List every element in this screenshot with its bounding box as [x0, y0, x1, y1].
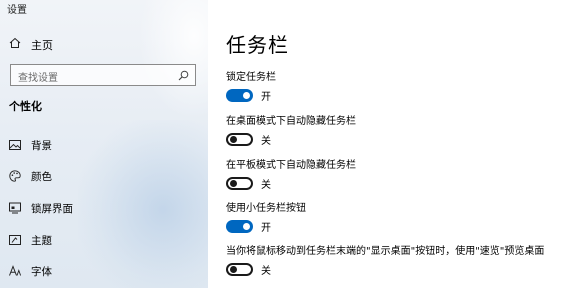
setting-autohide-tablet: 在平板模式下自动隐藏任务栏 关 — [226, 156, 566, 197]
toggle-state: 关 — [261, 266, 271, 277]
toggle-knob — [230, 180, 237, 187]
setting-label: 在桌面模式下自动隐藏任务栏 — [226, 116, 356, 127]
sidebar-item-label: 字体 — [31, 266, 52, 278]
page-title: 任务栏 — [226, 33, 289, 57]
theme-icon — [9, 235, 21, 245]
nav-home-label: 主页 — [31, 39, 53, 52]
sidebar-item-label: 主题 — [31, 235, 52, 247]
toggle-switch[interactable] — [226, 177, 253, 190]
toggle-knob — [230, 266, 237, 273]
sidebar-item-fonts[interactable]: 字体 — [0, 260, 208, 282]
toggle-state: 关 — [261, 180, 271, 191]
setting-autohide-desktop: 在桌面模式下自动隐藏任务栏 关 — [226, 112, 566, 153]
sidebar-item-label: 锁屏界面 — [31, 203, 73, 215]
sidebar: 设置 主页 查找设置 个性化 背景 颜色 锁屏界面 主题 字体 — [0, 0, 208, 288]
home-icon — [9, 37, 21, 48]
sidebar-item-background[interactable]: 背景 — [0, 134, 208, 156]
setting-lock-taskbar: 锁定任务栏 开 — [226, 68, 566, 109]
toggle-switch[interactable] — [226, 263, 253, 276]
sidebar-item-label: 颜色 — [31, 171, 52, 183]
toggle-switch[interactable] — [226, 133, 253, 146]
toggle-knob — [243, 92, 250, 99]
toggle-knob — [243, 223, 250, 230]
setting-label: 当你将鼠标移动到任务栏末端的"显示桌面"按钮时，使用"速览"预览桌面 — [226, 246, 545, 257]
lock-screen-icon — [9, 202, 21, 214]
toggle-switch[interactable] — [226, 220, 253, 233]
image-icon — [9, 140, 21, 150]
setting-label: 使用小任务栏按钮 — [226, 203, 306, 214]
setting-small-buttons: 使用小任务栏按钮 开 — [226, 199, 566, 240]
toggle-state: 开 — [261, 92, 271, 103]
palette-icon — [9, 170, 21, 182]
toggle-state: 关 — [261, 136, 271, 147]
sidebar-item-label: 背景 — [31, 140, 52, 152]
sidebar-item-themes[interactable]: 主题 — [0, 229, 208, 251]
section-personalization: 个性化 — [9, 100, 42, 113]
window-title: 设置 — [7, 5, 27, 16]
setting-peek-desktop: 当你将鼠标移动到任务栏末端的"显示桌面"按钮时，使用"速览"预览桌面 关 — [226, 242, 566, 283]
setting-label: 锁定任务栏 — [226, 72, 276, 83]
search-icon[interactable] — [178, 70, 189, 81]
search-placeholder: 查找设置 — [18, 73, 58, 84]
toggle-state: 开 — [261, 223, 271, 234]
main-content: 任务栏 锁定任务栏 开 在桌面模式下自动隐藏任务栏 关 在平板模式下自动隐藏任务… — [208, 0, 570, 288]
toggle-knob — [230, 136, 237, 143]
toggle-switch[interactable] — [226, 89, 253, 102]
setting-label: 在平板模式下自动隐藏任务栏 — [226, 160, 356, 171]
nav-home[interactable]: 主页 — [0, 33, 208, 55]
font-icon — [9, 265, 21, 276]
search-input[interactable]: 查找设置 — [10, 64, 196, 86]
sidebar-item-colors[interactable]: 颜色 — [0, 165, 208, 187]
sidebar-item-lock-screen[interactable]: 锁屏界面 — [0, 197, 208, 219]
